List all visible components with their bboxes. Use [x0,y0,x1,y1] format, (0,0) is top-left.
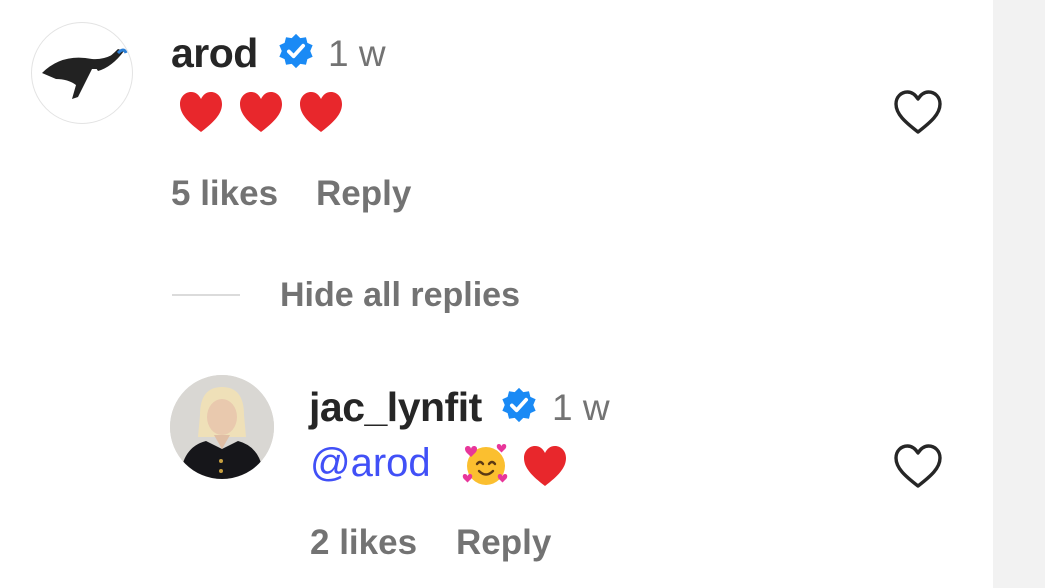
avatar-jac-lynfit[interactable] [170,375,274,479]
comment-text [178,90,344,134]
red-heart-emoji-icon [240,92,282,132]
red-heart-emoji-icon [524,446,566,486]
comment-reply-button[interactable]: Reply [316,174,411,214]
comment-username[interactable]: arod [171,30,258,77]
red-heart-emoji-icon [300,92,342,132]
comment-likes-count[interactable]: 5 likes [171,174,278,214]
like-reply-heart-icon[interactable] [892,442,944,490]
scroll-gutter [993,0,1045,588]
avatar-arod[interactable] [31,22,133,124]
like-comment-heart-icon[interactable] [892,88,944,136]
verified-badge-icon [279,33,313,69]
reply-timestamp[interactable]: 1 w [552,387,610,429]
red-heart-emoji-icon [180,92,222,132]
smiling-face-with-hearts-emoji-icon [462,444,508,485]
replies-divider [172,294,240,296]
reply-reply-button[interactable]: Reply [456,523,551,563]
reply-mention-link[interactable]: @arod [310,441,431,486]
martial-arts-kick-logo-icon [42,48,128,99]
verified-badge-icon [502,387,536,423]
reply-username[interactable]: jac_lynfit [309,384,482,431]
hide-replies-button[interactable]: Hide all replies [280,276,520,315]
comment-timestamp[interactable]: 1 w [328,33,386,75]
reply-likes-count[interactable]: 2 likes [310,523,417,563]
profile-photo [170,375,274,479]
